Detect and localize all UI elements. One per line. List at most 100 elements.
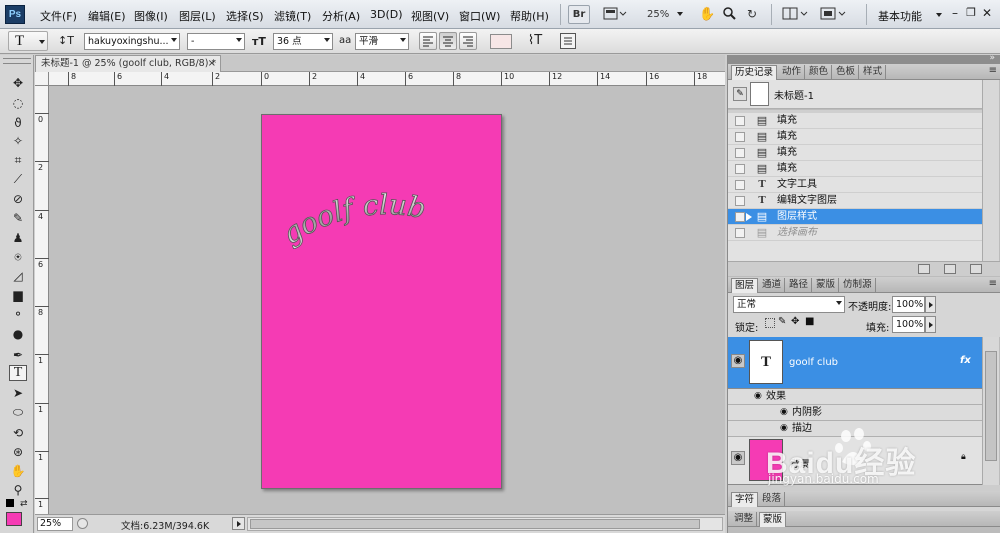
marquee-tool-icon[interactable]: ◌: [9, 95, 27, 111]
healing-brush-tool-icon[interactable]: ⊘: [9, 191, 27, 207]
fill-slider-button[interactable]: [925, 316, 936, 333]
history-scrollbar[interactable]: [982, 80, 999, 261]
history-brush-source-icon[interactable]: ✎: [733, 87, 747, 101]
history-checkbox[interactable]: [735, 196, 745, 206]
history-item[interactable]: ▤ 填充: [728, 113, 982, 129]
horizontal-scroll-thumb[interactable]: [250, 519, 700, 529]
lock-pixels-icon[interactable]: ✎: [778, 316, 786, 327]
history-checkbox[interactable]: [735, 212, 745, 222]
history-snapshot-row[interactable]: ✎ 未标题-1: [728, 80, 982, 109]
eyedropper-tool-icon[interactable]: ⟋: [9, 171, 27, 187]
character-panel-toggle-icon[interactable]: [560, 33, 576, 49]
document-canvas[interactable]: goolf club: [261, 114, 502, 489]
tab-masks-bottom[interactable]: 蒙版: [759, 512, 787, 527]
tab-paragraph[interactable]: 段落: [759, 492, 786, 507]
menu-analysis[interactable]: 分析(A): [322, 8, 360, 24]
history-item[interactable]: T 编辑文字图层: [728, 193, 982, 209]
type-tool-icon[interactable]: T: [9, 365, 27, 381]
tab-actions[interactable]: 动作: [779, 65, 806, 80]
align-center-button[interactable]: [439, 32, 457, 50]
history-checkbox[interactable]: [735, 132, 745, 142]
panel-menu-icon[interactable]: ≡: [989, 278, 997, 289]
anti-alias-select[interactable]: 平滑: [355, 33, 409, 50]
canvas-workspace[interactable]: goolf club: [49, 86, 725, 514]
align-left-button[interactable]: [419, 32, 437, 50]
menu-filter[interactable]: 滤镜(T): [274, 8, 311, 24]
menu-edit[interactable]: 编辑(E): [88, 8, 126, 24]
vertical-ruler[interactable]: 0 2 4 6 8 1 1 1 1: [35, 86, 49, 514]
menu-view[interactable]: 视图(V): [411, 8, 449, 24]
fill-input[interactable]: 100%: [892, 316, 925, 333]
tab-adjustments[interactable]: 调整: [731, 512, 758, 527]
tab-color[interactable]: 颜色: [806, 65, 833, 80]
history-brush-tool-icon[interactable]: ⍟: [9, 249, 27, 265]
horizontal-scrollbar[interactable]: [247, 517, 723, 531]
tab-swatches[interactable]: 色板: [833, 65, 860, 80]
opacity-slider-button[interactable]: [925, 296, 936, 313]
new-snapshot-icon[interactable]: [944, 264, 956, 274]
collapse-dock-icon[interactable]: »: [989, 53, 995, 63]
layer-effect-row[interactable]: ◉ 内阴影: [728, 405, 982, 421]
opacity-input[interactable]: 100%: [892, 296, 925, 313]
magic-wand-tool-icon[interactable]: ✧: [9, 133, 27, 149]
eraser-tool-icon[interactable]: ◿: [9, 268, 27, 284]
menu-file[interactable]: 文件(F): [40, 8, 77, 24]
new-document-from-state-icon[interactable]: [918, 264, 930, 274]
menu-image[interactable]: 图像(I): [134, 8, 168, 24]
fx-badge[interactable]: fx: [960, 355, 971, 366]
layer-effects-row[interactable]: ◉ 效果: [728, 389, 982, 405]
menu-3d[interactable]: 3D(D): [370, 8, 403, 21]
document-tab[interactable]: 未标题-1 @ 25% (goolf club, RGB/8) * ×: [35, 55, 221, 72]
history-item[interactable]: ▤ 填充: [728, 161, 982, 177]
blur-tool-icon[interactable]: ⚬: [9, 306, 27, 322]
history-checkbox[interactable]: [735, 116, 745, 126]
status-zoom-field[interactable]: 25%: [37, 517, 73, 531]
history-checkbox[interactable]: [735, 164, 745, 174]
lasso-tool-icon[interactable]: ϑ: [9, 115, 27, 131]
shape-tool-icon[interactable]: ⬭: [9, 404, 27, 420]
menu-select[interactable]: 选择(S): [226, 8, 264, 24]
hand-tool-button[interactable]: ✋: [698, 5, 716, 24]
warp-text-icon[interactable]: ⌇T: [525, 32, 545, 50]
history-item-selected[interactable]: ▤ 图层样式: [728, 209, 982, 225]
3d-orbit-tool-icon[interactable]: ⊛: [9, 444, 27, 460]
view-extras-button[interactable]: [600, 5, 630, 24]
lock-transparent-icon[interactable]: [765, 318, 775, 328]
gradient-tool-icon[interactable]: ▆: [9, 287, 27, 303]
eye-icon[interactable]: ◉: [754, 389, 762, 404]
clone-stamp-tool-icon[interactable]: ♟: [9, 230, 27, 246]
status-info-icon[interactable]: [77, 518, 88, 529]
history-checkbox[interactable]: [735, 228, 745, 238]
history-checkbox[interactable]: [735, 180, 745, 190]
lock-all-icon[interactable]: ■: [805, 316, 814, 327]
3d-rotate-tool-icon[interactable]: ⟲: [9, 425, 27, 441]
tab-masks[interactable]: 蒙版: [813, 278, 840, 293]
layers-scroll-thumb[interactable]: [985, 351, 997, 461]
eye-icon[interactable]: ◉: [731, 354, 745, 368]
tool-preset-picker[interactable]: T: [8, 31, 48, 51]
layer-name[interactable]: goolf club: [789, 357, 838, 368]
blend-mode-select[interactable]: 正常: [733, 296, 845, 313]
menu-window[interactable]: 窗口(W): [459, 8, 500, 24]
restore-icon[interactable]: ❐: [964, 6, 978, 20]
tab-clone-source[interactable]: 仿制源: [840, 278, 876, 293]
eye-icon[interactable]: ◉: [780, 405, 788, 420]
bridge-button[interactable]: Br: [568, 5, 590, 24]
ruler-origin[interactable]: [35, 72, 49, 86]
close-icon[interactable]: ✕: [980, 6, 994, 20]
font-family-select[interactable]: hakuyoxingshu...: [84, 33, 180, 50]
pen-tool-icon[interactable]: ✒: [9, 347, 27, 363]
zoom-level-dropdown[interactable]: 25%: [640, 5, 688, 24]
font-style-select[interactable]: -: [187, 33, 245, 50]
align-right-button[interactable]: [459, 32, 477, 50]
menu-help[interactable]: 帮助(H): [510, 8, 549, 24]
eye-icon[interactable]: ◉: [731, 451, 745, 465]
history-item-undone[interactable]: ▤ 选择画布: [728, 225, 982, 241]
path-selection-tool-icon[interactable]: ➤: [9, 385, 27, 401]
hand-tool-icon[interactable]: ✋: [9, 463, 27, 479]
arrange-documents-button[interactable]: [779, 5, 811, 24]
status-menu-button[interactable]: [232, 517, 245, 530]
lock-position-icon[interactable]: ✥: [791, 316, 799, 327]
layer-row-text[interactable]: ◉ T goolf club fx: [728, 337, 982, 389]
dodge-tool-icon[interactable]: ●: [9, 326, 27, 342]
